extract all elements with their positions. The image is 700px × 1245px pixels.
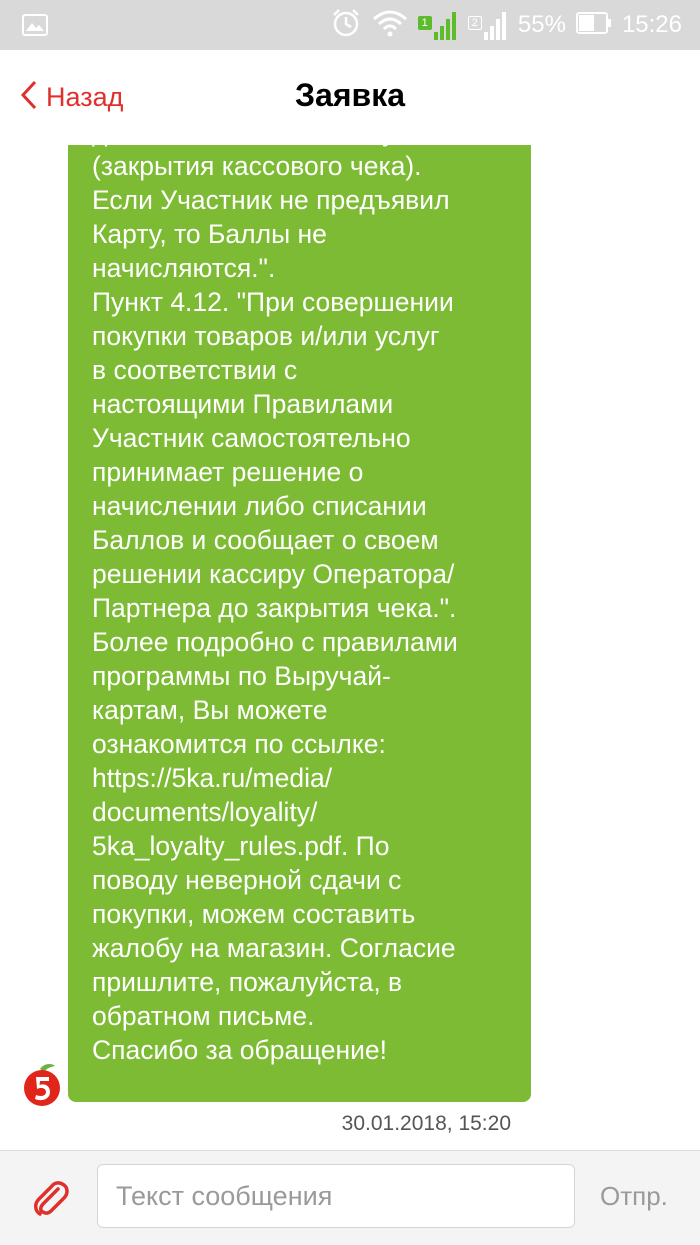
avatar xyxy=(22,1063,62,1112)
clock: 15:26 xyxy=(621,11,682,38)
paperclip-icon xyxy=(34,1181,69,1216)
chat-area[interactable]: до момента оплаты покупки (закрытия касс… xyxy=(0,145,700,1150)
battery-percent: 55% xyxy=(517,11,566,38)
composer: Отпр. xyxy=(0,1150,700,1245)
alarm-icon xyxy=(330,7,362,44)
message-timestamp: 30.01.2018, 15:20 xyxy=(341,1112,511,1135)
image-icon xyxy=(22,14,48,41)
message-text: до момента оплаты покупки (закрытия касс… xyxy=(92,145,458,1065)
header: Назад Заявка xyxy=(0,50,700,145)
sim2-label: 2 xyxy=(467,16,482,30)
battery-icon xyxy=(575,11,612,39)
page-title: Заявка xyxy=(295,77,405,113)
sim1-signal-icon: 1 xyxy=(417,10,458,40)
status-bar: 1 2 55% 15:26 xyxy=(0,0,700,50)
sim1-label: 1 xyxy=(417,16,432,30)
send-button[interactable]: Отпр. xyxy=(600,1181,668,1212)
message-bubble: до момента оплаты покупки (закрытия касс… xyxy=(68,145,531,1102)
attach-button[interactable] xyxy=(30,1177,72,1224)
message-input[interactable] xyxy=(97,1164,575,1228)
pyaterochka-logo-icon xyxy=(24,1064,60,1106)
wifi-icon xyxy=(372,9,408,42)
sim2-signal-icon: 2 xyxy=(467,10,508,40)
